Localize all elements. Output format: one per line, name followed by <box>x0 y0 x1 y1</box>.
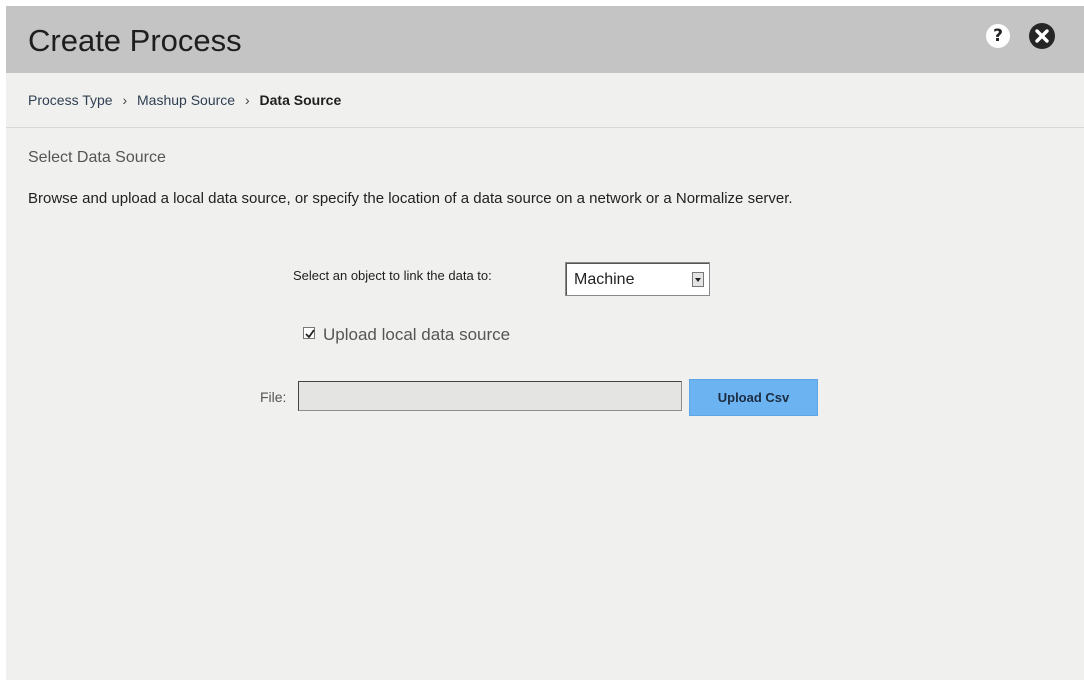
file-label: File: <box>260 389 287 405</box>
link-object-select-value: Machine <box>574 271 635 288</box>
chevron-down-icon[interactable] <box>692 272 704 287</box>
breadcrumb-item-process-type[interactable]: Process Type <box>28 92 113 108</box>
breadcrumb-divider <box>6 127 1084 128</box>
checkmark-icon <box>305 329 315 339</box>
link-object-label: Select an object to link the data to: <box>293 268 492 283</box>
upload-local-checkbox[interactable] <box>303 327 315 339</box>
breadcrumb-item-mashup-source[interactable]: Mashup Source <box>137 92 235 108</box>
dialog-title: Create Process <box>28 23 242 58</box>
breadcrumb-separator: › <box>122 92 128 108</box>
section-description: Browse and upload a local data source, o… <box>28 190 793 207</box>
upload-local-checkbox-label[interactable]: Upload local data source <box>323 325 510 345</box>
close-icon[interactable] <box>1029 23 1055 49</box>
file-path-input[interactable] <box>298 381 682 411</box>
help-icon[interactable]: ? <box>986 24 1010 48</box>
breadcrumb: Process Type › Mashup Source › Data Sour… <box>28 92 341 108</box>
section-title: Select Data Source <box>28 149 166 166</box>
link-object-select[interactable]: Machine <box>565 262 710 296</box>
breadcrumb-item-data-source: Data Source <box>259 92 342 108</box>
upload-csv-button[interactable]: Upload Csv <box>689 379 818 416</box>
create-process-dialog: Create Process ? Process Type › Mashup S… <box>6 6 1084 680</box>
dialog-titlebar: Create Process ? <box>6 6 1084 73</box>
breadcrumb-separator: › <box>244 92 250 108</box>
